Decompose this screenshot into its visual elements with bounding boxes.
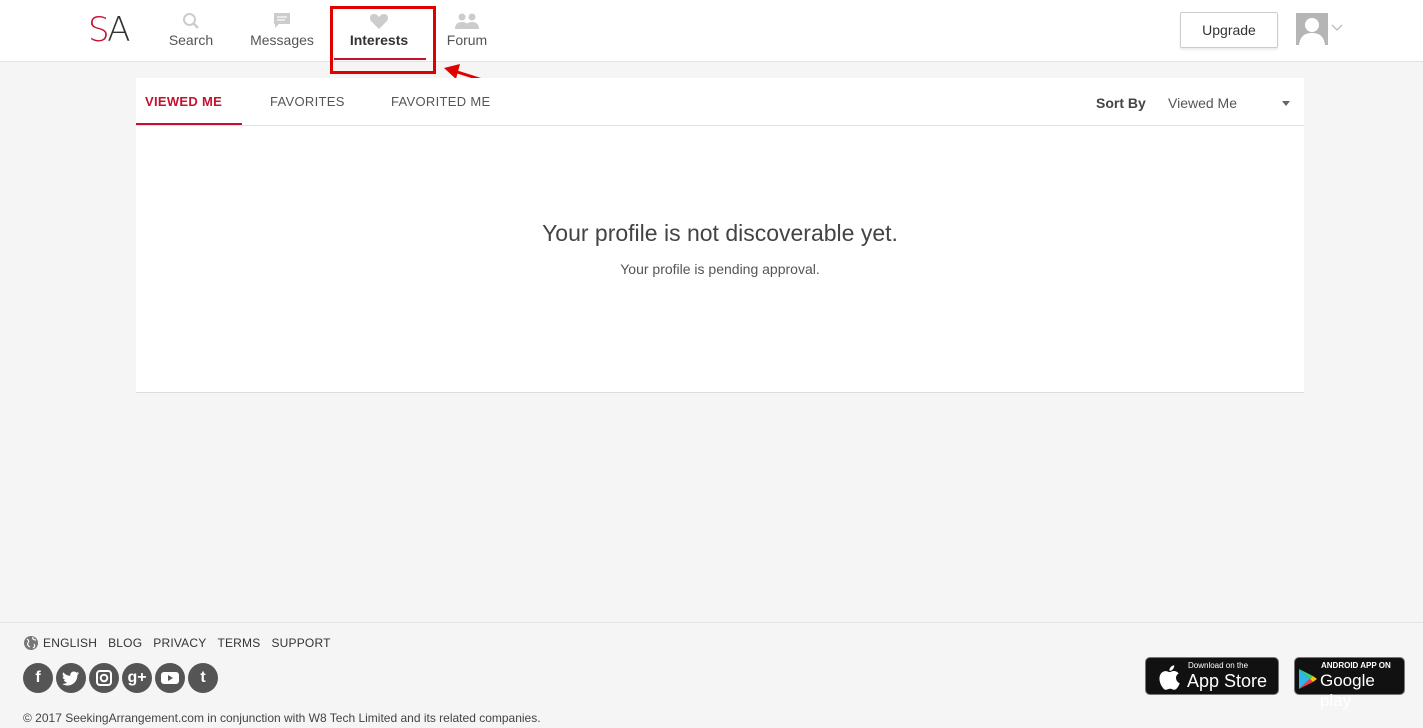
logo-letter-a: A: [107, 10, 130, 50]
instagram-icon[interactable]: [89, 663, 119, 693]
globe-icon: [24, 636, 38, 650]
search-icon: [183, 13, 199, 29]
app-store-badge[interactable]: Download on the App Store: [1145, 657, 1279, 695]
annotation-highlight-box: [330, 6, 436, 74]
page-footer: ENGLISH BLOG PRIVACY TERMS SUPPORT f g+ …: [0, 622, 1423, 728]
sort-by-select[interactable]: Viewed Me: [1162, 90, 1290, 116]
nav-messages[interactable]: Messages: [250, 12, 314, 48]
footer-link-blog[interactable]: BLOG: [108, 636, 142, 650]
upgrade-button[interactable]: Upgrade: [1180, 12, 1278, 48]
avatar-placeholder-icon: [1296, 13, 1328, 45]
interests-card: VIEWED ME FAVORITES FAVORITED ME Sort By…: [136, 78, 1304, 393]
message-icon: [274, 13, 290, 28]
tab-favorited-me[interactable]: FAVORITED ME: [391, 94, 490, 109]
google-play-big-text: Google play: [1320, 671, 1375, 710]
sort-by-label: Sort By: [1096, 95, 1146, 111]
app-store-big-text: App Store: [1187, 671, 1268, 691]
avatar[interactable]: [1296, 13, 1328, 45]
footer-link-english[interactable]: ENGLISH: [43, 636, 97, 650]
youtube-icon[interactable]: [155, 663, 185, 693]
top-header: SA Search Messages Interests Forum Upgra…: [0, 0, 1423, 62]
site-logo[interactable]: SA: [88, 10, 131, 50]
nav-messages-label: Messages: [250, 32, 314, 48]
nav-forum[interactable]: Forum: [444, 12, 490, 48]
nav-search[interactable]: Search: [168, 12, 214, 48]
sort-by-value: Viewed Me: [1168, 95, 1238, 111]
app-store-small-text: Download on the: [1188, 661, 1249, 670]
google-play-icon: [1299, 669, 1317, 689]
google-play-badge[interactable]: ANDROID APP ON Google play: [1294, 657, 1405, 710]
google-play-small-text: ANDROID APP ON: [1321, 661, 1391, 670]
tab-favorites[interactable]: FAVORITES: [270, 94, 345, 109]
tab-viewed-me[interactable]: VIEWED ME: [145, 94, 222, 109]
people-icon: [455, 13, 479, 29]
apple-icon: [1159, 665, 1180, 690]
social-links: f g+ t: [23, 663, 221, 693]
caret-down-icon: [1282, 101, 1290, 106]
footer-link-terms[interactable]: TERMS: [217, 636, 260, 650]
facebook-icon[interactable]: f: [23, 663, 53, 693]
nav-search-label: Search: [168, 32, 214, 48]
footer-links: ENGLISH BLOG PRIVACY TERMS SUPPORT: [23, 635, 342, 651]
footer-link-support[interactable]: SUPPORT: [271, 636, 330, 650]
nav-forum-label: Forum: [446, 32, 488, 48]
interests-tabs: VIEWED ME FAVORITES FAVORITED ME Sort By…: [136, 78, 1304, 126]
active-tab-underline: [136, 123, 242, 125]
footer-link-privacy[interactable]: PRIVACY: [153, 636, 206, 650]
google-plus-icon[interactable]: g+: [122, 663, 152, 693]
chevron-down-icon[interactable]: [1331, 24, 1343, 32]
copyright-text: © 2017 SeekingArrangement.com in conjunc…: [23, 711, 541, 725]
twitter-icon[interactable]: [56, 663, 86, 693]
empty-state-title: Your profile is not discoverable yet.: [542, 220, 898, 246]
empty-state-subtitle: Your profile is pending approval.: [620, 261, 820, 277]
tumblr-icon[interactable]: t: [188, 663, 218, 693]
logo-letter-s: S: [88, 10, 110, 50]
